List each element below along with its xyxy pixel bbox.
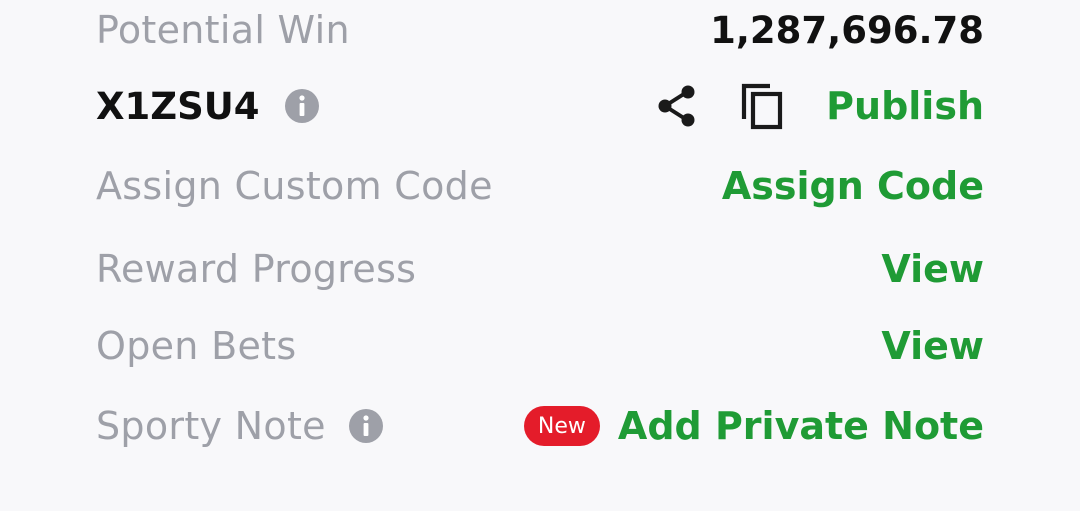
booking-actions: Publish	[652, 81, 984, 131]
open-bets-view-button[interactable]: View	[881, 324, 984, 368]
bet-details-panel: Potential Win 1,287,696.78 X1ZSU4 Publis…	[0, 0, 1080, 511]
custom-code-label: Assign Custom Code	[96, 164, 493, 208]
publish-button[interactable]: Publish	[826, 84, 984, 128]
info-icon[interactable]	[348, 408, 384, 444]
potential-win-row: Potential Win 1,287,696.78	[96, 2, 984, 58]
booking-code-group: X1ZSU4	[96, 85, 320, 128]
copy-icon[interactable]	[738, 81, 788, 131]
booking-code-row: X1ZSU4 Publish	[96, 78, 984, 134]
open-bets-label: Open Bets	[96, 324, 297, 368]
reward-progress-row: Reward Progress View	[96, 241, 984, 297]
booking-code: X1ZSU4	[96, 84, 260, 128]
assign-code-button[interactable]: Assign Code	[722, 164, 984, 208]
custom-code-row: Assign Custom Code Assign Code	[96, 158, 984, 214]
sporty-note-label: Sporty Note	[96, 404, 326, 448]
sporty-note-group: Sporty Note	[96, 404, 384, 448]
potential-win-label: Potential Win	[96, 8, 350, 52]
sporty-note-actions: New Add Private Note	[523, 404, 984, 448]
sporty-note-row: Sporty Note New Add Private Note	[96, 398, 984, 454]
potential-win-value: 1,287,696.78	[710, 8, 984, 52]
share-icon[interactable]	[652, 81, 702, 131]
reward-progress-view-button[interactable]: View	[881, 247, 984, 291]
add-private-note-button[interactable]: Add Private Note	[618, 404, 984, 448]
reward-progress-label: Reward Progress	[96, 247, 417, 291]
info-icon[interactable]	[284, 88, 320, 124]
new-badge: New	[523, 406, 600, 446]
open-bets-row: Open Bets View	[96, 318, 984, 374]
